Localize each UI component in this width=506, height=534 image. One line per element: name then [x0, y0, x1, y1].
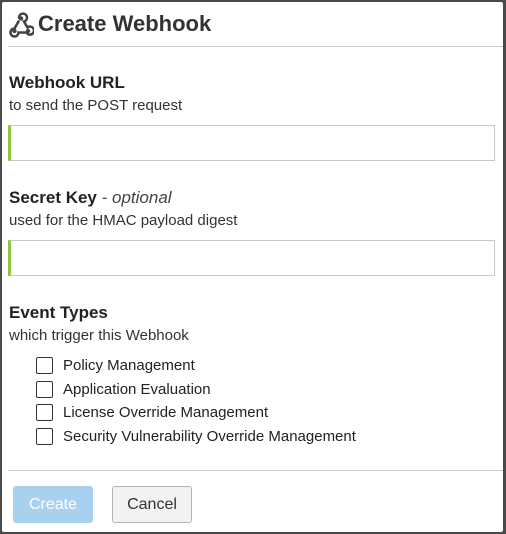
- header-divider: [8, 46, 503, 47]
- event-option-security-vulnerability-override-management[interactable]: Security Vulnerability Override Manageme…: [36, 426, 356, 446]
- checkbox[interactable]: [36, 427, 53, 445]
- secret-key-label-text: Secret Key: [9, 188, 97, 207]
- checkbox[interactable]: [36, 356, 53, 374]
- secret-key-optional-tag: - optional: [101, 188, 172, 207]
- checkbox[interactable]: [36, 380, 53, 398]
- event-types-label: Event Types: [9, 303, 108, 323]
- checkbox-label: Security Vulnerability Override Manageme…: [63, 427, 356, 445]
- dialog-title: Create Webhook: [38, 11, 212, 36]
- webhook-url-input[interactable]: [8, 125, 495, 161]
- footer-divider: [8, 470, 503, 471]
- event-types-help: which trigger this Webhook: [9, 327, 189, 344]
- cancel-button[interactable]: Cancel: [112, 486, 192, 523]
- event-option-license-override-management[interactable]: License Override Management: [36, 402, 268, 422]
- dialog-header: Create Webhook: [2, 2, 503, 46]
- webhook-url-label-text: Webhook URL: [9, 73, 125, 92]
- event-option-policy-management[interactable]: Policy Management: [36, 355, 195, 375]
- webhook-url-help: to send the POST request: [9, 97, 183, 114]
- checkbox[interactable]: [36, 403, 53, 421]
- checkbox-label: Policy Management: [63, 356, 195, 374]
- event-types-label-text: Event Types: [9, 303, 108, 322]
- webhook-url-label: Webhook URL: [9, 73, 125, 93]
- event-option-application-evaluation[interactable]: Application Evaluation: [36, 379, 211, 399]
- checkbox-label: License Override Management: [63, 403, 269, 421]
- secret-key-label: Secret Key - optional: [9, 188, 172, 208]
- webhook-icon: [8, 12, 36, 38]
- secret-key-input[interactable]: [8, 240, 495, 276]
- checkbox-label: Application Evaluation: [63, 380, 211, 398]
- create-webhook-dialog: Create Webhook Webhook URL to send the P…: [2, 2, 503, 532]
- create-button[interactable]: Create: [13, 486, 93, 523]
- secret-key-help: used for the HMAC payload digest: [9, 212, 238, 229]
